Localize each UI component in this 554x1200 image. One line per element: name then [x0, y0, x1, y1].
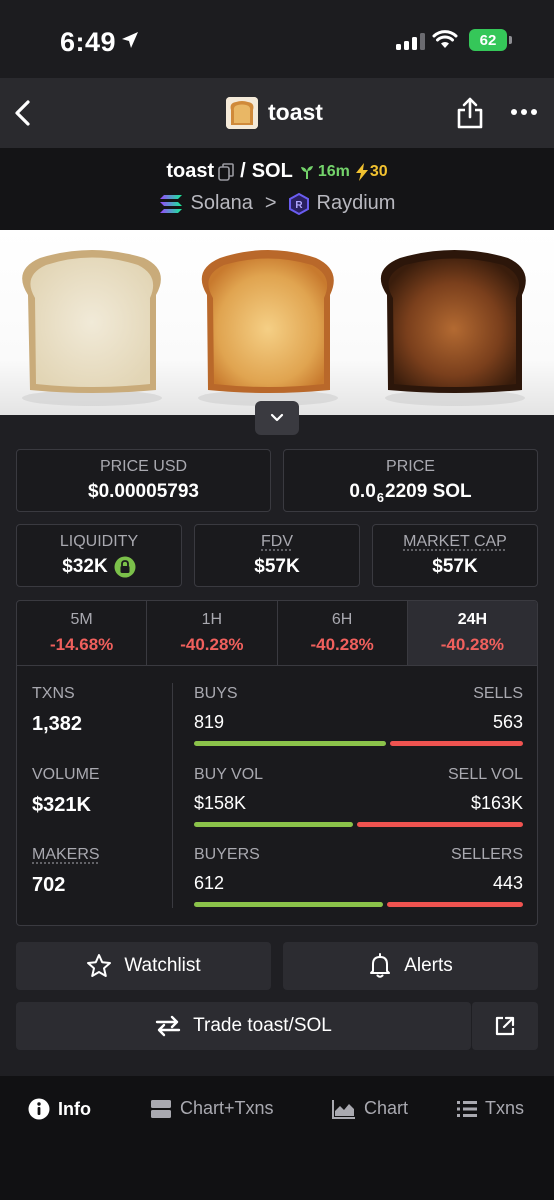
- nav-info[interactable]: Info: [28, 1098, 91, 1120]
- breadcrumb-chevron: >: [264, 192, 277, 214]
- trade-label: Trade toast/SOL: [193, 1015, 332, 1036]
- pair-title: toast / SOL 16m 30: [0, 160, 554, 183]
- chart-txns-icon: [151, 1099, 171, 1118]
- boost-badge[interactable]: 30: [355, 162, 388, 181]
- nav-txns[interactable]: Txns: [457, 1098, 524, 1119]
- lock-icon[interactable]: [114, 556, 136, 578]
- volume-stat: VOLUME $321K: [32, 766, 100, 816]
- area-chart-icon: [332, 1099, 355, 1119]
- seedling-icon: [300, 165, 313, 179]
- wifi-icon: [432, 30, 458, 48]
- pair-separator: /: [240, 160, 246, 182]
- buy-sell-volume-row: BUY VOL SELL VOL $158K $163K: [194, 766, 523, 836]
- open-external-button[interactable]: [471, 1002, 538, 1050]
- sellers-bar: [386, 902, 523, 907]
- price-native-value: 0.0 6 2209 SOL: [349, 481, 472, 505]
- alerts-button[interactable]: Alerts: [283, 942, 538, 990]
- token-banner-image: [0, 230, 554, 415]
- fdv-label[interactable]: FDV: [195, 533, 359, 551]
- token-logo: [226, 97, 258, 129]
- pair-info: toast / SOL 16m 30 Solana > R Raydium: [0, 148, 554, 230]
- chain-dex-breadcrumb: Solana > R Raydium: [0, 192, 554, 215]
- copy-icon[interactable]: [218, 162, 234, 181]
- fdv-value: $57K: [254, 556, 300, 577]
- battery-indicator: 62: [469, 29, 512, 51]
- price-native-card: PRICE 0.0 6 2209 SOL: [283, 449, 538, 512]
- alerts-label: Alerts: [404, 955, 453, 976]
- raydium-icon: R: [288, 192, 309, 215]
- status-time: 6:49: [60, 27, 117, 57]
- buy-volume-bar: [194, 822, 354, 827]
- price-usd-label: PRICE USD: [99, 458, 188, 475]
- pair-base-symbol: toast: [166, 160, 215, 182]
- trade-button[interactable]: Trade toast/SOL: [16, 1002, 471, 1050]
- swap-icon: [155, 1015, 181, 1037]
- liquidity-label: LIQUIDITY: [59, 533, 139, 550]
- cellular-signal-icon: [396, 32, 425, 50]
- makers-stat: MAKERS 702: [32, 846, 100, 896]
- back-icon[interactable]: [8, 96, 42, 130]
- tab-5m[interactable]: 5M -14.68%: [17, 601, 148, 665]
- expand-banner-button[interactable]: [255, 401, 299, 435]
- more-icon[interactable]: [510, 102, 538, 122]
- location-arrow-icon: [122, 32, 138, 48]
- txns-stat: TXNS 1,382: [32, 685, 83, 735]
- buys-bar: [194, 741, 387, 746]
- tab-6h[interactable]: 6H -40.28%: [278, 601, 408, 665]
- nav-chart-txns[interactable]: Chart+Txns: [150, 1098, 274, 1119]
- solana-icon: [159, 194, 182, 213]
- buyers-sellers-row: BUYERS SELLERS 612 443: [194, 846, 523, 916]
- tab-1h[interactable]: 1H -40.28%: [147, 601, 278, 665]
- market-cap-label[interactable]: MARKET CAP: [373, 533, 537, 551]
- market-cap-value: $57K: [432, 556, 478, 577]
- sell-volume-bar: [357, 822, 523, 827]
- bottom-nav: Info Chart+Txns Chart Txns: [0, 1076, 554, 1200]
- pair-age-value: 16m: [317, 162, 350, 180]
- buyers-bar: [194, 902, 383, 907]
- price-usd-value: $0.00005793: [88, 481, 199, 502]
- pair-age: 16m: [299, 163, 350, 181]
- stats-panel: 5M -14.68% 1H -40.28% 6H -40.28% 24H -40…: [16, 600, 538, 926]
- dex-name[interactable]: Raydium: [317, 192, 396, 215]
- sells-bar: [390, 741, 523, 746]
- chevron-down-icon: [270, 413, 284, 422]
- svg-text:R: R: [295, 200, 303, 211]
- watchlist-label: Watchlist: [124, 955, 201, 976]
- list-icon: [457, 1100, 477, 1117]
- pair-quote-symbol: SOL: [251, 160, 293, 182]
- star-icon: [87, 954, 112, 977]
- market-cap-card: MARKET CAP $57K: [372, 524, 538, 587]
- info-icon: [28, 1098, 50, 1120]
- stats-divider: [172, 683, 173, 908]
- lightning-icon: [355, 162, 368, 181]
- liquidity-value: $32K: [17, 556, 181, 578]
- liquidity-card: LIQUIDITY $32K: [16, 524, 182, 587]
- timeframe-tabs: 5M -14.68% 1H -40.28% 6H -40.28% 24H -40…: [17, 601, 537, 666]
- share-icon[interactable]: [455, 96, 485, 130]
- status-bar: 6:49 62: [0, 0, 554, 78]
- bell-icon: [370, 953, 391, 978]
- fdv-card: FDV $57K: [194, 524, 360, 587]
- nav-chart[interactable]: Chart: [332, 1098, 408, 1119]
- external-link-icon: [495, 1016, 515, 1036]
- chain-name[interactable]: Solana: [191, 192, 253, 215]
- boost-count: 30: [369, 162, 388, 180]
- battery-level: 62: [479, 31, 497, 49]
- page-title: toast: [268, 99, 323, 125]
- buys-sells-row: BUYS SELLS 819 563: [194, 685, 523, 755]
- tab-24h[interactable]: 24H -40.28%: [407, 601, 537, 665]
- app-header: toast: [0, 78, 554, 148]
- price-native-label: PRICE: [386, 458, 435, 475]
- watchlist-button[interactable]: Watchlist: [16, 942, 271, 990]
- price-usd-card: PRICE USD $0.00005793: [16, 449, 271, 512]
